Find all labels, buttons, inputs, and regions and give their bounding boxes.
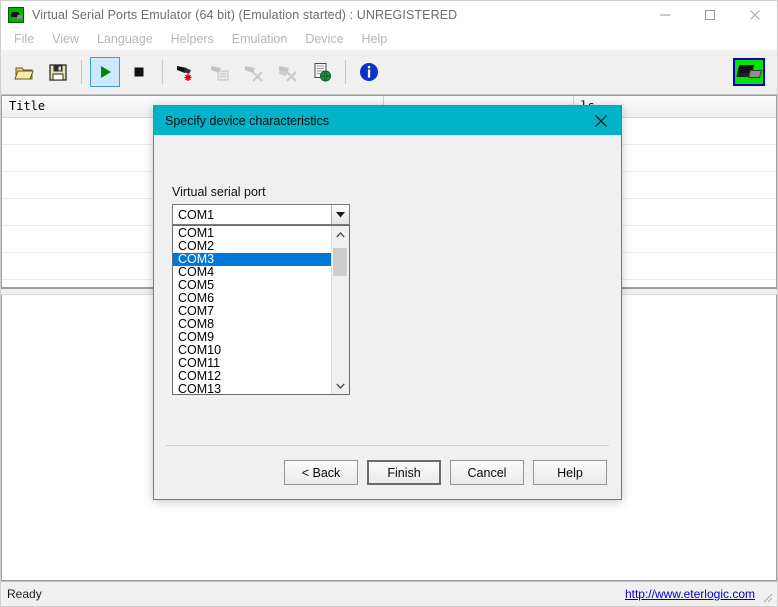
dialog-close-button[interactable] (581, 106, 621, 135)
info-icon (358, 61, 380, 83)
copy-device-button[interactable] (205, 57, 235, 87)
menu-item-helpers[interactable]: Helpers (162, 30, 223, 49)
virtual-serial-port-label: Virtual serial port (172, 185, 266, 199)
list-item[interactable]: COM13 (173, 383, 331, 395)
menu-item-help[interactable]: Help (353, 30, 397, 49)
minimize-button[interactable] (642, 1, 687, 29)
dialog-title-bar: Specify device characteristics (154, 106, 621, 135)
stop-emulation-button[interactable] (124, 57, 154, 87)
toolbar (1, 50, 777, 95)
start-emulation-button[interactable] (90, 57, 120, 87)
virtual-serial-port-dropdown-list[interactable]: COM1 COM2 COM3 COM4 COM5 COM6 COM7 COM8 … (172, 225, 350, 395)
menu-item-device[interactable]: Device (296, 30, 352, 49)
toolbar-separator-2 (162, 60, 163, 84)
virtual-serial-port-combobox[interactable]: COM1 (172, 204, 350, 225)
delete-all-devices-button[interactable] (273, 57, 303, 87)
dialog-body: Virtual serial port COM1 COM1 COM2 COM3 … (154, 135, 621, 499)
specify-device-characteristics-dialog: Specify device characteristics Virtual s… (153, 105, 622, 500)
add-device-icon (175, 61, 197, 83)
back-button[interactable]: < Back (284, 460, 358, 485)
dialog-separator (166, 445, 609, 446)
menu-bar: File View Language Helpers Emulation Dev… (1, 29, 777, 50)
chevron-down-icon[interactable] (331, 205, 349, 224)
dialog-title: Specify device characteristics (165, 113, 329, 128)
dropdown-options[interactable]: COM1 COM2 COM3 COM4 COM5 COM6 COM7 COM8 … (173, 226, 331, 394)
network-device-icon (311, 61, 333, 83)
title-bar: Virtual Serial Ports Emulator (64 bit) (… (1, 1, 777, 29)
help-button[interactable]: Help (533, 460, 607, 485)
toolbar-separator-1 (81, 60, 82, 84)
dropdown-scrollbar[interactable] (331, 226, 349, 394)
stop-icon (128, 61, 150, 83)
status-text: Ready (7, 587, 42, 601)
delete-all-devices-icon (277, 61, 299, 83)
status-bar: Ready http://www.eterlogic.com (1, 581, 777, 606)
menu-item-view[interactable]: View (43, 30, 88, 49)
window-title: Virtual Serial Ports Emulator (64 bit) (… (32, 8, 458, 22)
copy-device-icon (209, 61, 231, 83)
about-button[interactable] (354, 57, 384, 87)
resize-grip[interactable] (760, 590, 774, 604)
menu-item-language[interactable]: Language (88, 30, 162, 49)
scroll-up-icon[interactable] (332, 226, 349, 243)
finish-button[interactable]: Finish (367, 460, 441, 485)
menu-item-emulation[interactable]: Emulation (223, 30, 297, 49)
toolbar-separator-3 (345, 60, 346, 84)
scroll-down-icon[interactable] (332, 377, 349, 394)
cancel-button[interactable]: Cancel (450, 460, 524, 485)
window-controls (642, 1, 777, 29)
create-device-button[interactable] (171, 57, 201, 87)
maximize-button[interactable] (687, 1, 732, 29)
play-icon (94, 61, 116, 83)
serial-port-icon (8, 7, 24, 23)
save-icon (47, 61, 69, 83)
dialog-button-row: < Back Finish Cancel Help (284, 460, 607, 485)
serial-connector-icon[interactable] (733, 58, 765, 86)
network-device-button[interactable] (307, 57, 337, 87)
save-button[interactable] (43, 57, 73, 87)
delete-device-button[interactable] (239, 57, 269, 87)
open-icon (13, 61, 35, 83)
open-button[interactable] (9, 57, 39, 87)
website-link[interactable]: http://www.eterlogic.com (625, 587, 755, 601)
menu-item-file[interactable]: File (5, 30, 43, 49)
combobox-value: COM1 (178, 207, 215, 222)
delete-device-icon (243, 61, 265, 83)
scrollbar-thumb[interactable] (333, 248, 347, 276)
close-button[interactable] (732, 1, 777, 29)
